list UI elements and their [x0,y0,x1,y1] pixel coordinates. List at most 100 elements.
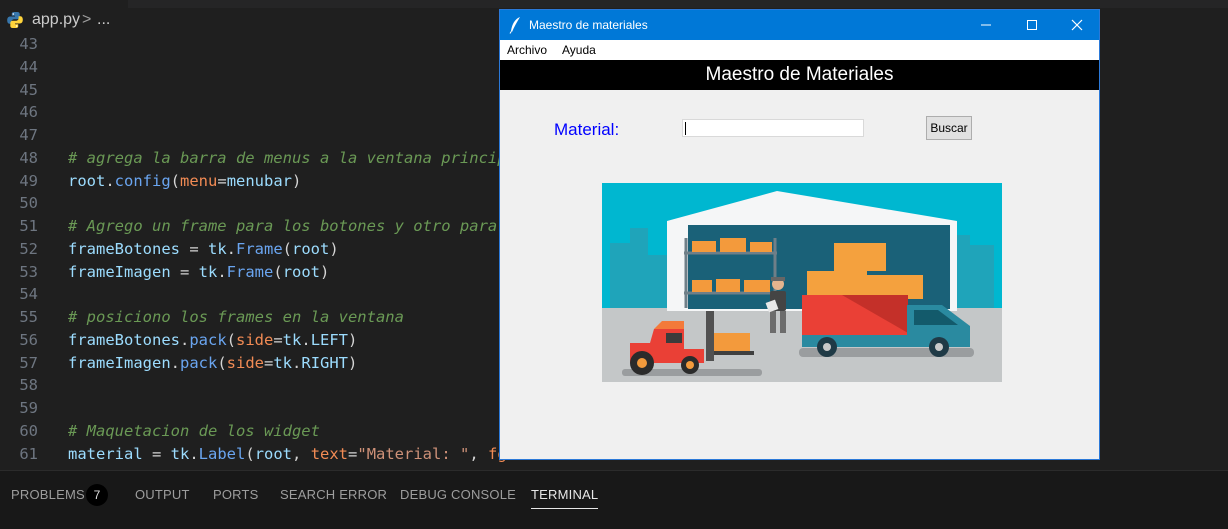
code-token: = [170,262,199,281]
tab-output[interactable]: OUTPUT [135,487,190,502]
line-number: 59 [19,399,38,417]
minimize-icon [981,24,991,26]
tab-problems[interactable]: PROBLEMS [11,487,85,502]
maximize-button[interactable] [1009,10,1055,40]
line-number: 51 [19,217,38,235]
code-token: = [348,444,358,463]
code-token: ( [273,262,283,281]
code-token: ) [292,171,302,190]
code-token: ( [226,330,236,349]
text-caret [685,122,686,135]
code-text: # Maquetacion de los widget [68,420,320,443]
code-token: frameImagen [68,262,171,281]
code-token: tk [273,353,293,372]
code-text: root.config(menu=menubar) [68,170,301,193]
code-token: root [282,262,321,281]
menu-ayuda[interactable]: Ayuda [562,43,596,57]
code-token: ) [320,262,330,281]
code-text: # agrega la barra de menus a la ventana … [68,147,507,170]
line-number: 49 [19,171,38,190]
line-number: 47 [19,126,38,144]
line-number: 45 [19,80,38,99]
code-token: ) [348,353,358,372]
code-token: = [273,330,283,349]
code-token: # agrega la barra de menus a la ventana … [68,148,507,167]
code-token: tk [207,239,227,258]
code-token: pack [189,330,227,349]
code-token: frameBotones [68,330,180,349]
code-token: menubar [226,171,293,190]
line-number: 52 [19,239,38,258]
code-token: ( [217,353,227,372]
code-token: root [68,171,106,190]
code-token: Label [198,444,246,463]
code-text: frameBotones.pack(side=tk.LEFT) [68,329,357,352]
code-text: # posiciono los frames en la ventana [68,306,404,329]
tab-ports[interactable]: PORTS [213,487,259,502]
code-token: side [226,353,264,372]
tab-debug-console[interactable]: DEBUG CONSOLE [400,487,516,502]
code-token: ) [348,330,358,349]
header-banner: Maestro de Materiales [500,60,1099,90]
code-token: . [226,239,236,258]
tab-search-error[interactable]: SEARCH ERROR [280,487,387,502]
feather-icon [509,17,520,34]
code-token: = [217,171,227,190]
buscar-button[interactable]: Buscar [926,116,972,140]
code-text: frameImagen.pack(side=tk.RIGHT) [68,352,357,375]
code-token: frameImagen [68,353,171,372]
line-number: 60 [19,421,38,440]
problems-count-badge: 7 [86,484,108,506]
breadcrumb-separator: > [82,11,92,28]
tab-terminal[interactable]: TERMINAL [531,487,599,509]
line-number: 55 [19,308,38,326]
line-number: 48 [19,148,38,167]
code-token: text [310,444,349,463]
warehouse-illustration [602,183,1002,382]
window-menubar: Archivo Ayuda [500,40,1099,60]
breadcrumb-file[interactable]: app.py [32,11,80,29]
code-token: . [217,262,227,281]
material-input[interactable] [682,119,864,137]
code-token: Frame [236,239,283,258]
menu-archivo[interactable]: Archivo [507,43,547,57]
minimize-button[interactable] [963,10,1009,40]
tk-window: Maestro de materiales Archivo Ayuda Maes… [499,9,1100,460]
code-token: , [469,444,489,463]
line-number: 57 [19,353,38,372]
code-token: . [292,353,302,372]
tab-bar-strip [128,0,1228,8]
code-token: root [292,239,330,258]
code-token: Frame [226,262,274,281]
window-title: Maestro de materiales [529,18,648,32]
code-text: # Agrego un frame para los botones y otr… [68,215,497,238]
code-token: side [236,330,274,349]
line-number: 46 [19,103,38,122]
code-token: = [264,353,274,372]
code-token: material [68,444,143,463]
code-token: , [292,444,311,463]
line-number: 56 [19,330,38,349]
close-icon [1071,19,1083,31]
code-token: # Maquetacion de los widget [68,421,320,440]
code-token: RIGHT [301,353,349,372]
code-token: ( [170,171,181,190]
code-token: ( [245,444,255,463]
code-token: = [179,239,208,258]
code-token: . [105,171,115,190]
breadcrumb-more[interactable]: ... [97,11,110,29]
window-titlebar[interactable]: Maestro de materiales [500,10,1099,40]
line-number: 54 [19,285,38,304]
line-number: 43 [19,35,38,53]
code-token: frameBotones [68,239,180,258]
code-text: frameBotones = tk.Frame(root) [68,238,339,261]
code-token: . [170,353,180,372]
code-token: config [114,171,171,190]
code-token: LEFT [310,330,349,349]
close-button[interactable] [1054,10,1100,40]
code-token: root [254,444,293,463]
code-token: tk [170,444,190,463]
line-number: 53 [19,262,38,281]
code-token: "Material: " [357,444,470,463]
code-token: # posiciono los frames en la ventana [68,308,404,326]
